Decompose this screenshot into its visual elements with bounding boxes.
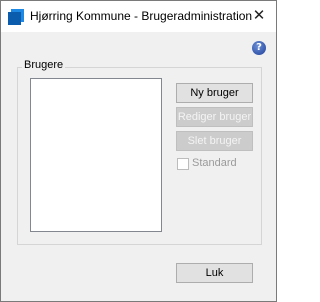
users-listbox[interactable] bbox=[30, 78, 162, 232]
edit-user-button[interactable]: Rediger bruger bbox=[176, 107, 253, 127]
window-title: Hjørring Kommune - Brugeradministration bbox=[30, 9, 253, 23]
app-icon bbox=[8, 9, 24, 25]
delete-user-button[interactable]: Slet bruger bbox=[176, 131, 253, 151]
users-group-label: Brugere bbox=[22, 59, 66, 71]
close-icon[interactable]: ✕ bbox=[247, 5, 271, 27]
close-button[interactable]: Luk bbox=[176, 263, 253, 283]
dialog-window: Hjørring Kommune - Brugeradministration … bbox=[0, 0, 277, 302]
new-user-button[interactable]: Ny bruger bbox=[176, 83, 253, 103]
title-bar[interactable]: Hjørring Kommune - Brugeradministration … bbox=[1, 1, 276, 32]
standard-checkbox[interactable] bbox=[177, 158, 189, 170]
standard-checkbox-label: Standard bbox=[192, 157, 237, 169]
help-icon[interactable]: ? bbox=[252, 41, 266, 55]
